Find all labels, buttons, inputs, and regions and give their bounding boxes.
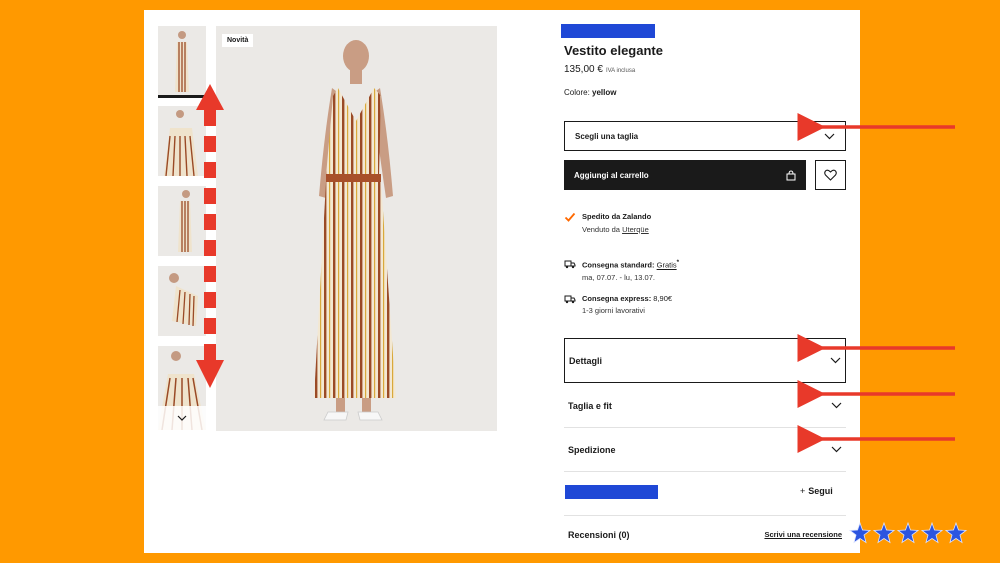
star-icon: [921, 522, 943, 544]
star-icon: [897, 522, 919, 544]
reviews-row: Recensioni (0) Scrivi una recensione: [564, 515, 846, 553]
size-select[interactable]: Scegli una taglia: [564, 121, 846, 151]
standard-delivery-label: Consegna standard:: [582, 260, 655, 270]
color-label: Colore:: [564, 88, 590, 97]
sold-by-row: Venduto da Uterqüe: [582, 225, 651, 234]
chevron-down-icon: [831, 446, 842, 453]
standard-delivery-mark: *: [676, 259, 680, 266]
chevron-down-icon: [831, 402, 842, 409]
accordion-size-fit[interactable]: Taglia e fit: [564, 384, 846, 428]
shopping-bag-icon: [786, 169, 796, 180]
checkmark-icon: [564, 212, 576, 222]
write-review-link[interactable]: Scrivi una recensione: [764, 530, 842, 539]
product-info-panel: Vestito elegante 135,00 € IVA inclusa Col…: [144, 10, 860, 553]
sold-by-prefix: Venduto da: [582, 225, 620, 234]
express-delivery-label: Consegna express:: [582, 294, 652, 303]
follow-brand-button[interactable]: + Segui: [800, 486, 833, 496]
express-delivery-dates: 1-3 giorni lavorativi: [582, 306, 645, 315]
accordion-shipping[interactable]: Spedizione: [564, 428, 846, 472]
express-truck-icon: [564, 295, 576, 304]
accordion-label: Dettagli: [569, 355, 603, 366]
chevron-down-icon: [830, 357, 841, 364]
vat-note: IVA inclusa: [605, 68, 636, 74]
price-row: 135,00 € IVA inclusa: [564, 64, 635, 75]
star-icon: [945, 522, 967, 544]
wishlist-button[interactable]: [815, 160, 846, 190]
size-select-label: Scegli una taglia: [575, 131, 639, 141]
accordion-details[interactable]: Dettagli: [564, 338, 846, 383]
brand-logo-block[interactable]: [561, 24, 655, 38]
accordion-label: Spedizione: [568, 444, 616, 455]
standard-delivery-row: Consegna standard: Gratis*: [582, 259, 679, 270]
heart-icon: [824, 169, 837, 181]
standard-delivery-price[interactable]: Gratis: [657, 261, 677, 270]
chevron-down-icon: [824, 133, 835, 139]
express-delivery-row: Consegna express: 8,90€: [582, 294, 672, 303]
star-icon: [849, 522, 871, 544]
add-to-cart-label: Aggiungi al carrello: [574, 170, 649, 180]
accordion-label: Taglia e fit: [568, 400, 612, 411]
shipped-by-text: Spedito da Zalando: [582, 212, 652, 221]
follow-label: Segui: [808, 486, 833, 496]
seller-link[interactable]: Uterqüe: [622, 225, 649, 234]
add-to-cart-button[interactable]: Aggiungi al carrello: [564, 160, 806, 190]
brand-name-block[interactable]: [565, 485, 658, 499]
rating-stars-overlay: [849, 522, 967, 544]
express-delivery-price: 8,90€: [653, 294, 673, 303]
standard-delivery-block: Consegna standard: Gratis* ma, 07.07. - …: [564, 259, 679, 282]
shipped-by-block: Spedito da Zalando Venduto da Uterqüe: [564, 212, 652, 234]
star-icon: [873, 522, 895, 544]
product-title: Vestito elegante: [564, 43, 663, 58]
truck-icon: [564, 260, 576, 269]
reviews-title: Recensioni (0): [568, 529, 630, 540]
color-value: yellow: [592, 88, 617, 97]
standard-delivery-dates: ma, 07.07. - lu, 13.07.: [582, 272, 655, 282]
plus-icon: +: [800, 486, 806, 496]
color-row: Colore: yellow: [564, 88, 616, 97]
product-price: 135,00 €: [564, 64, 603, 75]
express-delivery-block: Consegna express: 8,90€ 1-3 giorni lavor…: [564, 294, 672, 315]
